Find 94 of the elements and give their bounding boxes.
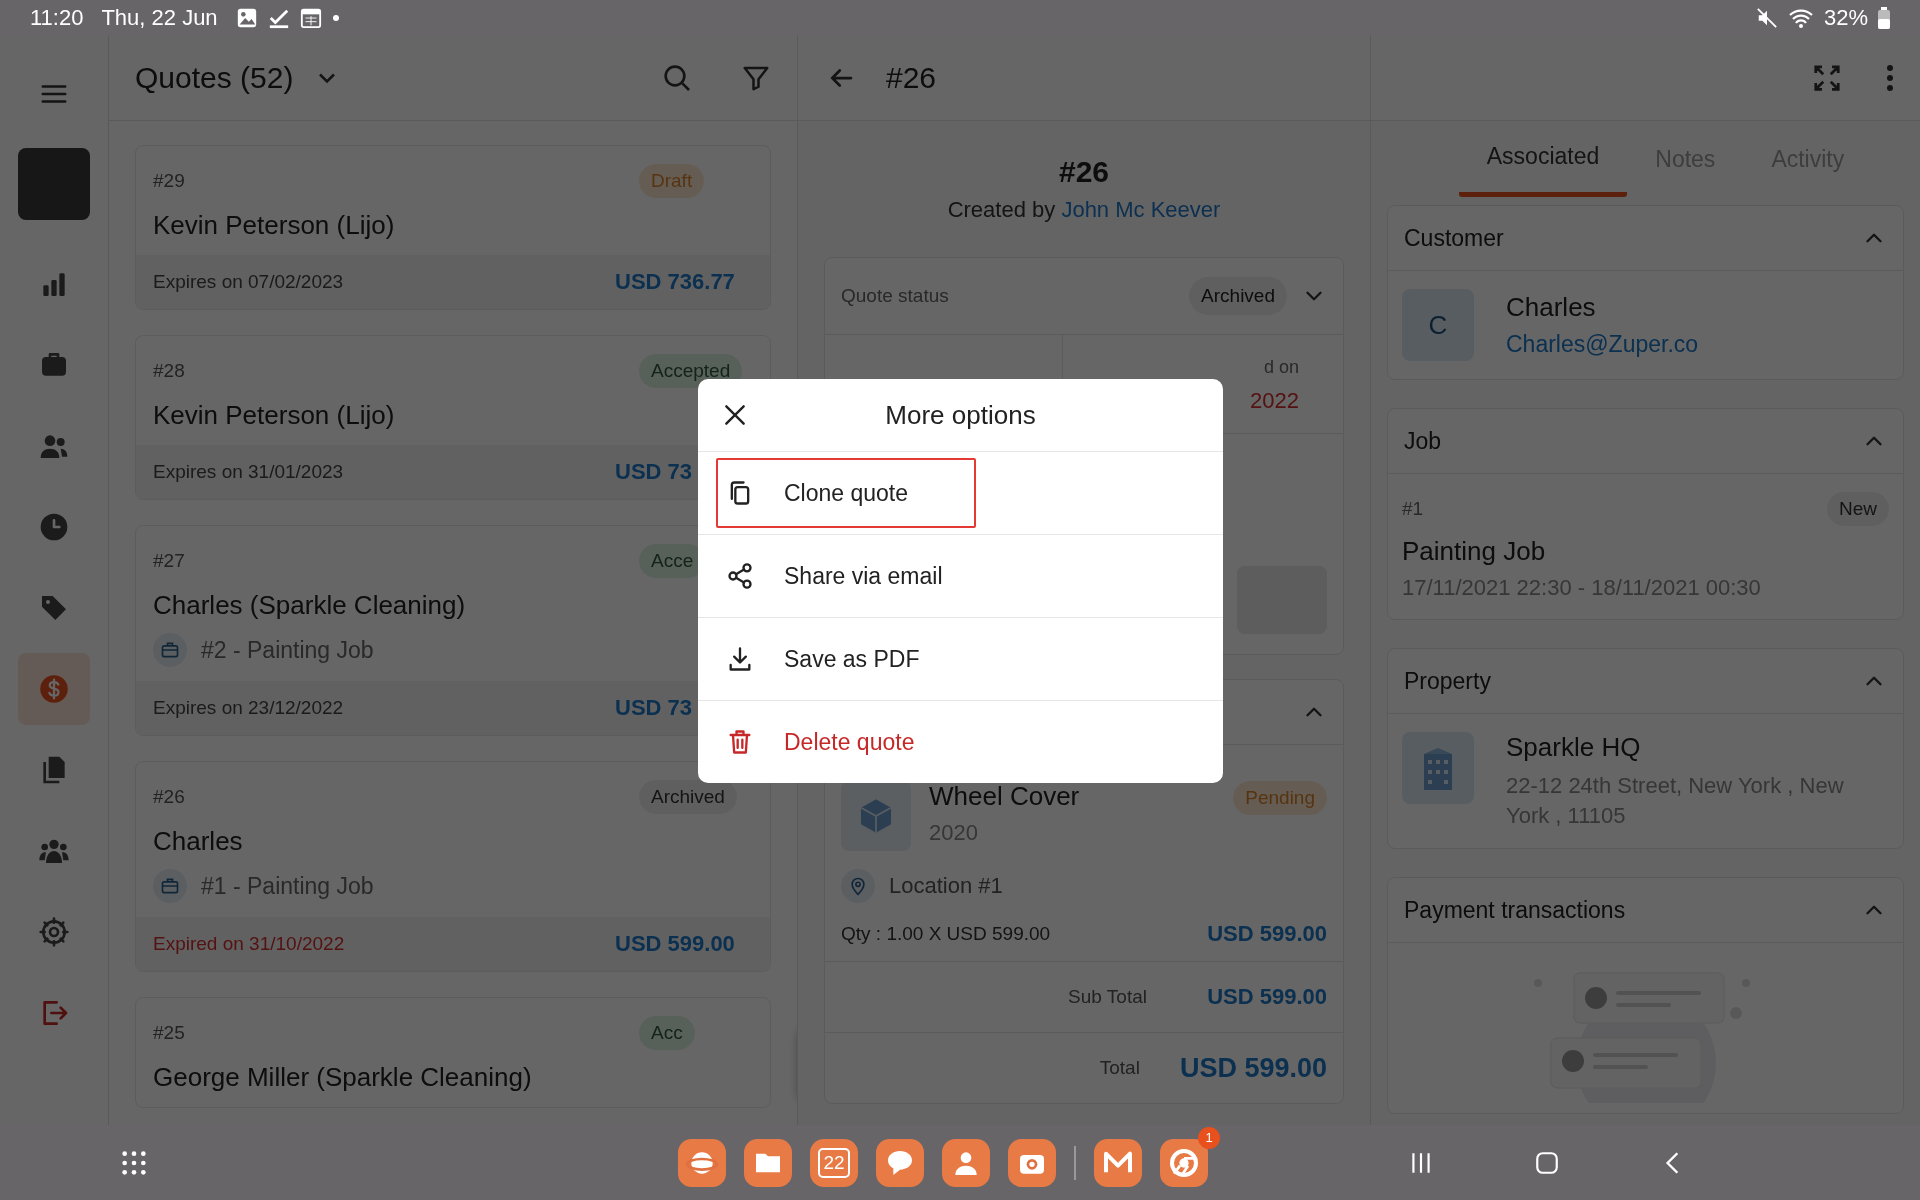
section-title: Payment transactions: [1404, 896, 1627, 924]
section-title: Customer: [1404, 224, 1505, 252]
list-title[interactable]: Quotes (52): [135, 61, 294, 95]
clock-time: 11:20: [30, 5, 84, 31]
more-options-button[interactable]: [1886, 64, 1894, 92]
gear-icon: [38, 916, 70, 948]
location-pin-icon: [841, 869, 875, 903]
building-icon: [1402, 732, 1474, 804]
briefcase-icon: [153, 633, 187, 667]
notification-badge: 1: [1198, 1126, 1220, 1149]
status-badge: Draft: [639, 164, 705, 198]
quote-amount: USD 736.77: [615, 269, 735, 294]
status-badge: Pending: [1233, 781, 1327, 815]
status-badge: Acc: [639, 1016, 695, 1050]
email-link[interactable]: Charles@Zuper.co: [1506, 331, 1699, 358]
planet-app-icon[interactable]: [678, 1138, 726, 1187]
mail-app-icon[interactable]: [1094, 1138, 1142, 1187]
customer-initial: C: [1402, 289, 1474, 361]
job-link[interactable]: #2 - Painting Job: [201, 636, 374, 664]
mute-icon: [1755, 7, 1778, 29]
expand-button[interactable]: [1812, 63, 1842, 93]
camera-app-icon[interactable]: [1008, 1138, 1056, 1187]
close-button[interactable]: [722, 402, 748, 428]
job-number: #1: [1402, 498, 1425, 520]
customer-name: Kevin Peterson (Lijo): [153, 210, 395, 241]
calendar-notification-icon: [299, 7, 322, 29]
share-icon: [726, 562, 754, 590]
field-label: Quote status: [841, 285, 950, 307]
customer-name: Kevin Peterson (Lijo): [153, 400, 395, 431]
expiry-date: Expires on 31/01/2023: [153, 461, 345, 483]
status-badge: New: [1827, 492, 1889, 526]
customer-name: Charles: [1506, 292, 1597, 323]
customer-name: George Miller (Sparkle Cleaning): [153, 1062, 532, 1093]
location-text: Location #1: [889, 873, 1003, 899]
property-name: Sparkle HQ: [1506, 732, 1642, 763]
quote-amount: USD 73: [615, 459, 693, 484]
image-notification-icon: [235, 7, 258, 29]
calendar-app-icon[interactable]: 22: [810, 1138, 858, 1187]
job-name: Painting Job: [1402, 536, 1547, 567]
quote-card[interactable]: #26 Archived Charles #1 - Painting Job Expired on 31/10/2022 USD 599.00: [135, 761, 771, 972]
date-value: 2022: [1250, 388, 1299, 414]
menu-option[interactable]: Clone quote: [716, 458, 976, 528]
box-icon: [841, 781, 911, 851]
customer-name: Charles: [153, 826, 243, 857]
expiry-date: Expired on 31/10/2022: [153, 933, 346, 955]
quote-number: #27: [153, 550, 186, 572]
subtotal-label: Sub Total: [1068, 986, 1147, 1008]
dot-icon: [331, 14, 340, 22]
section-title: Property: [1404, 667, 1492, 695]
detail-title: #26: [886, 61, 937, 95]
battery-icon: [1878, 7, 1890, 29]
chat-app-icon[interactable]: [876, 1138, 924, 1187]
quote-amount: USD 599.00: [615, 931, 735, 956]
expiry-date: Expires on 07/02/2023: [153, 271, 345, 293]
total-label: Total: [1099, 1057, 1140, 1079]
quote-amount: USD 73: [615, 695, 693, 720]
expiry-date: Expires on 23/12/2022: [153, 697, 345, 719]
quote-number: #28: [153, 360, 186, 382]
quote-card[interactable]: #28 Accepted Kevin Peterson (Lijo) Expires on 31/01/2023 USD 73: [135, 335, 771, 500]
quote-card[interactable]: #29 Draft Kevin Peterson (Lijo) Expires on 07/02/2023 USD 736.77: [135, 145, 771, 310]
line-amount: USD 599.00: [1207, 921, 1327, 947]
folder-app-icon[interactable]: [744, 1138, 792, 1187]
item-name: Wheel Cover: [929, 781, 1080, 812]
home-icon[interactable]: [1534, 1149, 1560, 1176]
tab[interactable]: Associated: [1458, 121, 1628, 197]
job-link[interactable]: #1 - Painting Job: [201, 872, 374, 900]
circle-app-icon[interactable]: [1160, 1138, 1208, 1187]
quote-number: #26: [153, 786, 186, 808]
dollar-coin-icon: [39, 674, 69, 704]
quote-number: #29: [153, 170, 186, 192]
customer-name: Charles (Sparkle Cleaning): [153, 590, 466, 621]
quantity-text: Qty : 1.00 X USD 599.00: [841, 923, 1051, 945]
briefcase-icon: [153, 869, 187, 903]
total-amount: USD 599.00: [1179, 1052, 1327, 1084]
status-badge: Archived: [1189, 277, 1287, 315]
author-link[interactable]: John Mc Keever: [1061, 197, 1221, 222]
field-label: d on: [1263, 357, 1299, 378]
quote-heading: #26: [1057, 155, 1111, 189]
section-title: Job: [1404, 427, 1443, 455]
quote-number: #25: [153, 1022, 186, 1044]
created-by-text: Created by John Mc Keever: [946, 197, 1222, 223]
checkmark-notification-icon: [267, 7, 290, 29]
subtotal-amount: USD 599.00: [1206, 984, 1327, 1010]
status-badge: Accepted: [639, 354, 743, 388]
quote-card[interactable]: #25 Acc George Miller (Sparkle Cleaning): [135, 997, 771, 1108]
wifi-icon: [1787, 7, 1814, 29]
nav-button[interactable]: [18, 653, 90, 725]
app-grid-icon[interactable]: [120, 1148, 148, 1177]
status-date: Thu, 22 Jun: [101, 5, 218, 31]
battery-percent: 32%: [1823, 5, 1868, 31]
status-badge: Archived: [639, 780, 737, 814]
clock-icon: [38, 511, 70, 543]
contact-app-icon[interactable]: [942, 1138, 990, 1187]
dialog-title: More options: [885, 399, 1036, 431]
